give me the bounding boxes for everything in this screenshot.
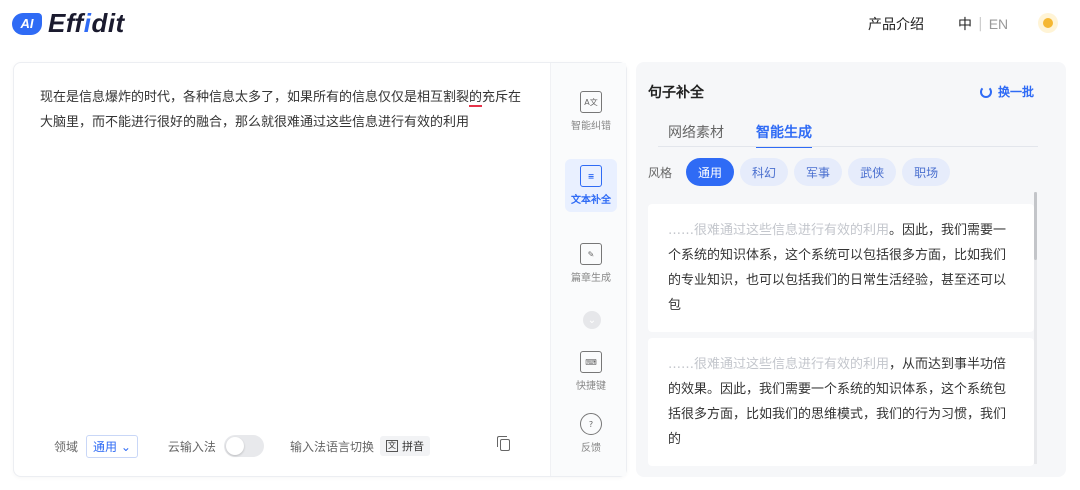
tool-smart-correction[interactable]: A文 智能纠错 (565, 91, 617, 132)
editor-card: 现在是信息爆炸的时代，各种信息太多了，如果所有的信息仅仅是相互割裂的充斥在大脑里… (13, 62, 627, 477)
chevron-down-icon[interactable]: ⌄ (583, 311, 601, 329)
refresh-label: 换一批 (998, 85, 1035, 99)
domain-label: 领域 (54, 439, 79, 454)
suggestion-card[interactable]: ……很难通过这些信息进行有效的利用。因此，我们需要一个系统的知识体系，这个系统可… (648, 204, 1034, 332)
tool-label: 文本补全 (571, 195, 611, 206)
cloud-ime-toggle[interactable] (223, 435, 264, 457)
style-selector: 风格 通用 科幻 军事 武侠 职场 (648, 158, 951, 186)
article-gen-icon: ✎ (580, 243, 602, 265)
suggestion-context: ……很难通过这些信息进行有效的利用 (668, 357, 890, 372)
nav-product-intro[interactable]: 产品介绍 (868, 14, 924, 34)
style-chip-military[interactable]: 军事 (794, 158, 843, 186)
ime-switch-label: 输入法语言切换 (289, 439, 374, 454)
suggestion-card[interactable]: ……很难通过这些信息进行有效的利用，从而达到事半功倍的效果。因此，我们需要一个系… (648, 338, 1034, 466)
suggestions-scrollbar[interactable] (1034, 192, 1037, 464)
language-switch: 中 | EN (958, 14, 1008, 34)
keyboard-icon: ⌨ (580, 351, 602, 373)
header: AI Effidit 产品介绍 中 | EN (0, 0, 1080, 48)
panel-tabs: 网络素材 智能生成 (668, 122, 812, 148)
tool-sidebar: A文 智能纠错 ≡ 文本补全 ✎ 篇章生成 ⌄ ⌨ 快捷键 ? 反馈 (550, 63, 626, 476)
cloud-ime-label: 云输入法 (167, 439, 216, 454)
lang-en[interactable]: EN (989, 16, 1008, 32)
panel-title: 句子补全 (648, 85, 704, 101)
lang-zh[interactable]: 中 (958, 14, 972, 34)
tool-label: 反馈 (581, 443, 601, 454)
text-scan-icon: A文 (580, 91, 602, 113)
chevron-down-icon: ⌄ (120, 439, 131, 454)
tool-article-generation[interactable]: ✎ 篇章生成 (565, 243, 617, 284)
question-icon: ? (580, 413, 602, 435)
logo-text: Effidit (48, 8, 125, 38)
tool-label: 快捷键 (576, 381, 606, 392)
suggestion-context: ……很难通过这些信息进行有效的利用 (668, 223, 890, 238)
tool-feedback[interactable]: ? 反馈 (565, 413, 617, 454)
scrollbar-thumb[interactable] (1034, 192, 1037, 260)
editor-bottom-bar: 领域 通用 ⌄ 云输入法 输入法语言切换 文拼音 (54, 433, 524, 459)
ime-icon: 文 (385, 440, 398, 452)
tool-label: 智能纠错 (571, 121, 611, 132)
tool-label: 篇章生成 (571, 273, 611, 284)
copy-icon[interactable] (497, 436, 510, 451)
style-label: 风格 (648, 165, 673, 180)
tool-text-completion[interactable]: ≡ 文本补全 (565, 159, 617, 212)
style-chip-general[interactable]: 通用 (686, 158, 735, 186)
theme-toggle-button[interactable] (1038, 13, 1058, 33)
tool-shortcuts[interactable]: ⌨ 快捷键 (565, 351, 617, 392)
tab-web-material[interactable]: 网络素材 (668, 122, 724, 148)
domain-select[interactable]: 通用 ⌄ (86, 434, 138, 458)
logo[interactable]: AI Effidit (12, 8, 125, 39)
style-chip-scifi[interactable]: 科幻 (740, 158, 789, 186)
completion-panel: 句子补全 换一批 网络素材 智能生成 风格 通用 科幻 军事 武侠 职场 ……很… (636, 62, 1066, 477)
tab-smart-generation[interactable]: 智能生成 (756, 122, 812, 148)
document-icon: ≡ (580, 165, 602, 187)
style-chip-workplace[interactable]: 职场 (902, 158, 951, 186)
ime-select-button[interactable]: 文拼音 (379, 436, 430, 456)
logo-ai-badge: AI (12, 12, 42, 35)
refresh-button[interactable]: 换一批 (980, 83, 1034, 100)
style-chip-wuxia[interactable]: 武侠 (848, 158, 897, 186)
toggle-knob (225, 437, 244, 455)
editor-text-before: 现在是信息爆炸的时代，各种信息太多了，如果所有的信息仅仅是相互割裂 (40, 90, 470, 105)
text-editor[interactable]: 现在是信息爆炸的时代，各种信息太多了，如果所有的信息仅仅是相互割裂的充斥在大脑里… (40, 85, 530, 135)
tab-divider (658, 146, 1038, 147)
lang-separator: | (978, 16, 983, 32)
error-highlight[interactable]: 的 (469, 90, 483, 107)
sun-icon (1043, 18, 1053, 28)
refresh-icon (980, 85, 992, 98)
